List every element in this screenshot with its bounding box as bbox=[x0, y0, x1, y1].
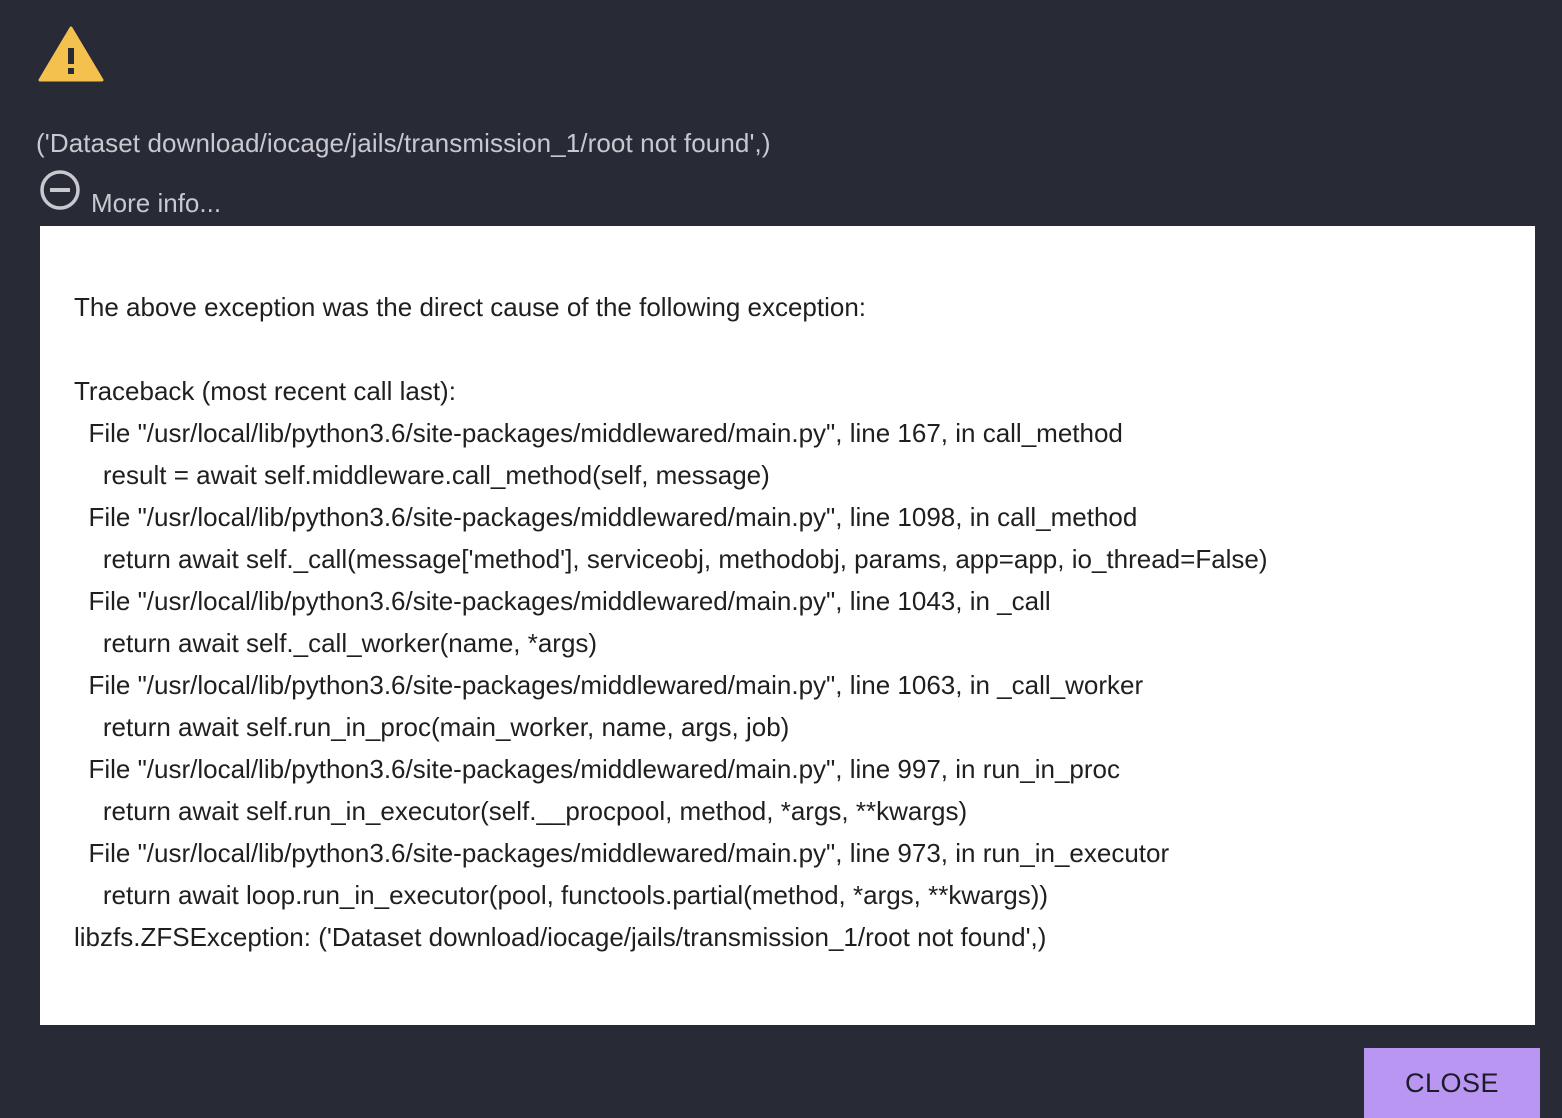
traceback-text: """ The above exception was the direct c… bbox=[74, 226, 1268, 952]
warning-icon bbox=[38, 26, 104, 82]
error-message: ('Dataset download/iocage/jails/transmis… bbox=[36, 128, 771, 158]
more-info-label[interactable]: More info... bbox=[91, 188, 221, 219]
close-button[interactable]: CLOSE bbox=[1364, 1048, 1540, 1118]
minus-circle-icon[interactable] bbox=[38, 168, 82, 212]
traceback-panel[interactable]: """ The above exception was the direct c… bbox=[40, 226, 1535, 1025]
error-dialog: ('Dataset download/iocage/jails/transmis… bbox=[0, 0, 1562, 1118]
